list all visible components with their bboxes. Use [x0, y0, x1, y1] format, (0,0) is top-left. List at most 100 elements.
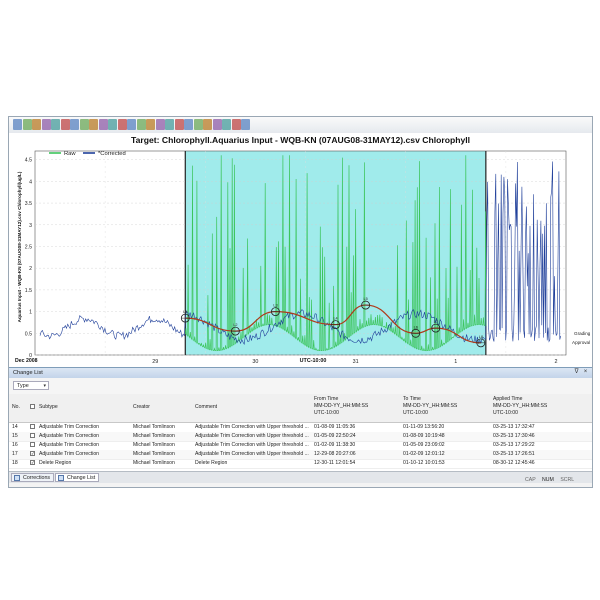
change-list-title: Change List — [13, 370, 43, 376]
control-point-label: L4 — [333, 317, 337, 321]
pin-icon[interactable]: ᐁ — [573, 369, 580, 376]
table-row[interactable]: 18 ✓ Delete Region Michael Tomlinson Del… — [9, 459, 592, 469]
row-creator: Michael Tomlinson — [133, 424, 175, 430]
col-header-comment[interactable]: Comment — [195, 404, 217, 411]
zoom-y-icon[interactable] — [155, 119, 165, 130]
col-header-no[interactable]: No. — [12, 404, 20, 411]
row-checkbox[interactable] — [30, 432, 37, 441]
chart-area[interactable]: 00.511.522.533.544.5293031123L1L2L3L4L5L… — [9, 147, 593, 375]
y-tick-label: 3.5 — [25, 201, 32, 207]
crosshair-icon[interactable] — [193, 119, 203, 130]
undo-icon[interactable] — [222, 119, 231, 130]
table-icon[interactable] — [89, 119, 98, 130]
save-icon[interactable] — [22, 119, 32, 130]
col-header-to-time[interactable]: To Time — [403, 396, 421, 403]
row-no: 16 — [12, 442, 18, 448]
col-header-select[interactable] — [30, 404, 37, 411]
check-icon[interactable] — [32, 119, 41, 130]
trim-icon[interactable] — [41, 119, 51, 130]
y-tick-label: 1 — [29, 310, 32, 316]
row-comment: Adjustable Trim Correction with Upper th… — [195, 424, 309, 430]
row-from-time: 12-30-11 12:01:54 — [314, 460, 356, 466]
row-applied-time: 03-25-13 17:26:51 — [493, 451, 535, 457]
y-tick-label: 1.5 — [25, 288, 32, 294]
row-subtype: Adjustable Trim Correction — [39, 451, 100, 457]
zoom-icon[interactable] — [108, 119, 117, 130]
select-all-checkbox[interactable] — [30, 404, 35, 410]
col-header-to-format: MM-DD-YY_HH:MM:SS — [403, 403, 458, 409]
row-subtype: Adjustable Trim Correction — [39, 433, 100, 439]
zoom-fit-icon[interactable] — [165, 119, 174, 130]
redo-icon[interactable] — [231, 119, 241, 130]
row-to-time: 01-10-12 10:01:53 — [403, 460, 445, 466]
col-header-to-tz: UTC-10:00 — [403, 410, 428, 416]
x-tick-label: 31 — [353, 359, 359, 365]
zoom-x-icon[interactable] — [146, 119, 155, 130]
type-filter-dropdown[interactable]: Type ▾ — [13, 381, 49, 390]
cut-icon[interactable] — [60, 119, 70, 130]
y-tick-label: 3 — [29, 223, 32, 229]
y-axis-label: Aquarius Input - WQB-KN (07AUG08-31MAY12… — [17, 171, 22, 322]
row-creator: Michael Tomlinson — [133, 451, 175, 457]
y-tick-label: 2.5 — [25, 244, 32, 250]
zoom-box-icon[interactable] — [136, 119, 146, 130]
x-month-label: Dec 2008 — [15, 358, 38, 364]
col-header-applied-time[interactable]: Applied Time — [493, 396, 522, 403]
control-point-label: L7 — [434, 320, 438, 324]
legend-raw-label: Raw — [64, 151, 76, 157]
x-tick-label: 29 — [152, 359, 158, 365]
col-header-applied-format: MM-DD-YY_HH:MM:SS — [493, 403, 548, 409]
row-comment: Adjustable Trim Correction with Upper th… — [195, 442, 309, 448]
change-list-icon — [58, 475, 64, 481]
row-to-time: 01-02-09 12:01:12 — [403, 451, 445, 457]
row-comment: Delete Region — [195, 460, 228, 466]
status-num: NUM — [542, 477, 554, 483]
row-no: 18 — [12, 460, 18, 466]
eraser-icon[interactable] — [51, 119, 60, 130]
row-from-time: 12-29-08 20:27:06 — [314, 451, 356, 457]
col-header-from-format: MM-DD-YY_HH:MM:SS — [314, 403, 369, 409]
zoom-out-icon[interactable] — [127, 119, 136, 130]
close-icon[interactable]: × — [582, 369, 589, 376]
zoom-in-icon[interactable] — [117, 119, 127, 130]
copy-icon[interactable] — [70, 119, 79, 130]
settings-icon[interactable] — [241, 119, 250, 130]
row-subtype: Adjustable Trim Correction — [39, 424, 100, 430]
control-point-label: L2 — [233, 323, 237, 327]
row-checkbox[interactable] — [30, 423, 37, 432]
row-subtype: Adjustable Trim Correction — [39, 442, 100, 448]
pan-icon[interactable] — [98, 119, 108, 130]
status-bar: CAP NUM SCRL — [520, 476, 592, 484]
edit-icon[interactable] — [13, 119, 22, 130]
row-checkbox[interactable]: ✓ — [30, 459, 37, 468]
grid-icon[interactable] — [79, 119, 89, 130]
y-tick-label: 4.5 — [25, 158, 32, 164]
control-point-label: L5 — [364, 297, 368, 301]
row-checkbox[interactable] — [30, 441, 37, 450]
row-to-time: 01-11-09 13:56:20 — [403, 424, 445, 430]
col-header-from-time[interactable]: From Time — [314, 396, 338, 403]
row-no: 15 — [12, 433, 18, 439]
col-header-creator[interactable]: Creator — [133, 404, 150, 411]
chart-icon[interactable] — [212, 119, 222, 130]
row-to-time: 01-08-09 10:19:48 — [403, 433, 445, 439]
tab-corrections[interactable]: Corrections — [11, 473, 55, 482]
flag-icon[interactable] — [174, 119, 184, 130]
row-from-time: 01-02-09 11:38:30 — [314, 442, 356, 448]
col-header-subtype[interactable]: Subtype — [39, 404, 58, 411]
y-tick-label: 0.5 — [25, 331, 32, 337]
tab-change-list[interactable]: Change List — [55, 473, 100, 482]
row-from-time: 01-08-09 11:05:36 — [314, 424, 356, 430]
type-filter-label: Type — [17, 383, 29, 389]
legend-corrected-label: *Corrected — [98, 151, 126, 157]
x-tick-label: 30 — [252, 359, 258, 365]
plus-icon[interactable] — [203, 119, 212, 130]
row-creator: Michael Tomlinson — [133, 442, 175, 448]
row-no: 14 — [12, 424, 18, 430]
change-list-panel: Change List ᐁ × Type ▾ No. Subtype Creat… — [9, 367, 592, 483]
row-no: 17 — [12, 451, 18, 457]
row-applied-time: 03-25-13 17:29:22 — [493, 442, 535, 448]
row-checkbox[interactable]: ✓ — [30, 450, 37, 459]
flag-red-icon[interactable] — [184, 119, 193, 130]
x-tick-label: 2 — [554, 359, 557, 365]
